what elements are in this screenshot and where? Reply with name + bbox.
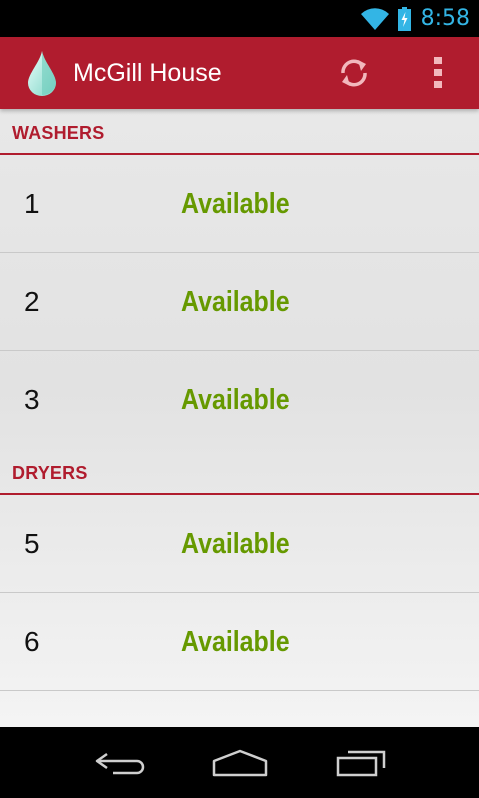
status-bar: 8:58: [0, 0, 479, 37]
machine-number: 6: [24, 626, 40, 657]
list-item[interactable]: 2 Available: [0, 253, 479, 351]
app-title: McGill House: [73, 59, 222, 87]
section-title: DRYERS: [12, 463, 88, 483]
machine-status: Available: [181, 188, 290, 220]
recent-apps-icon: [336, 750, 386, 777]
list-item[interactable]: 5 Available: [0, 495, 479, 593]
machine-list: WASHERS 1 Available 2 Available 3 Availa…: [0, 109, 479, 727]
battery-charging-icon: [397, 6, 411, 31]
refresh-button[interactable]: [326, 47, 382, 99]
overflow-menu-button[interactable]: [418, 47, 458, 99]
machine-number: 1: [24, 188, 40, 219]
section-title: WASHERS: [12, 123, 105, 143]
machine-number: 3: [24, 384, 40, 415]
section-header-washers: WASHERS: [0, 109, 479, 155]
list-item[interactable]: [0, 691, 479, 727]
refresh-icon: [341, 59, 367, 87]
back-icon: [95, 752, 145, 775]
recent-apps-button[interactable]: [330, 741, 390, 785]
machine-status: Available: [181, 286, 290, 318]
home-icon: [212, 749, 268, 777]
machine-status: Available: [181, 384, 290, 416]
action-bar: McGill House: [0, 37, 479, 109]
list-item[interactable]: 6 Available: [0, 593, 479, 691]
list-item[interactable]: 1 Available: [0, 155, 479, 253]
app-drop-icon[interactable]: [26, 50, 58, 96]
navigation-bar: [0, 727, 479, 798]
back-button[interactable]: [92, 741, 150, 785]
machine-status: Available: [181, 528, 290, 560]
clock: 8:58: [420, 6, 470, 31]
section-header-dryers: DRYERS: [0, 449, 479, 495]
machine-number: 2: [24, 286, 40, 317]
overflow-menu-icon: [434, 57, 442, 88]
list-item[interactable]: 3 Available: [0, 351, 479, 449]
machine-status: Available: [181, 626, 290, 658]
home-button[interactable]: [210, 741, 270, 785]
machine-number: 5: [24, 528, 40, 559]
wifi-icon: [360, 7, 389, 30]
